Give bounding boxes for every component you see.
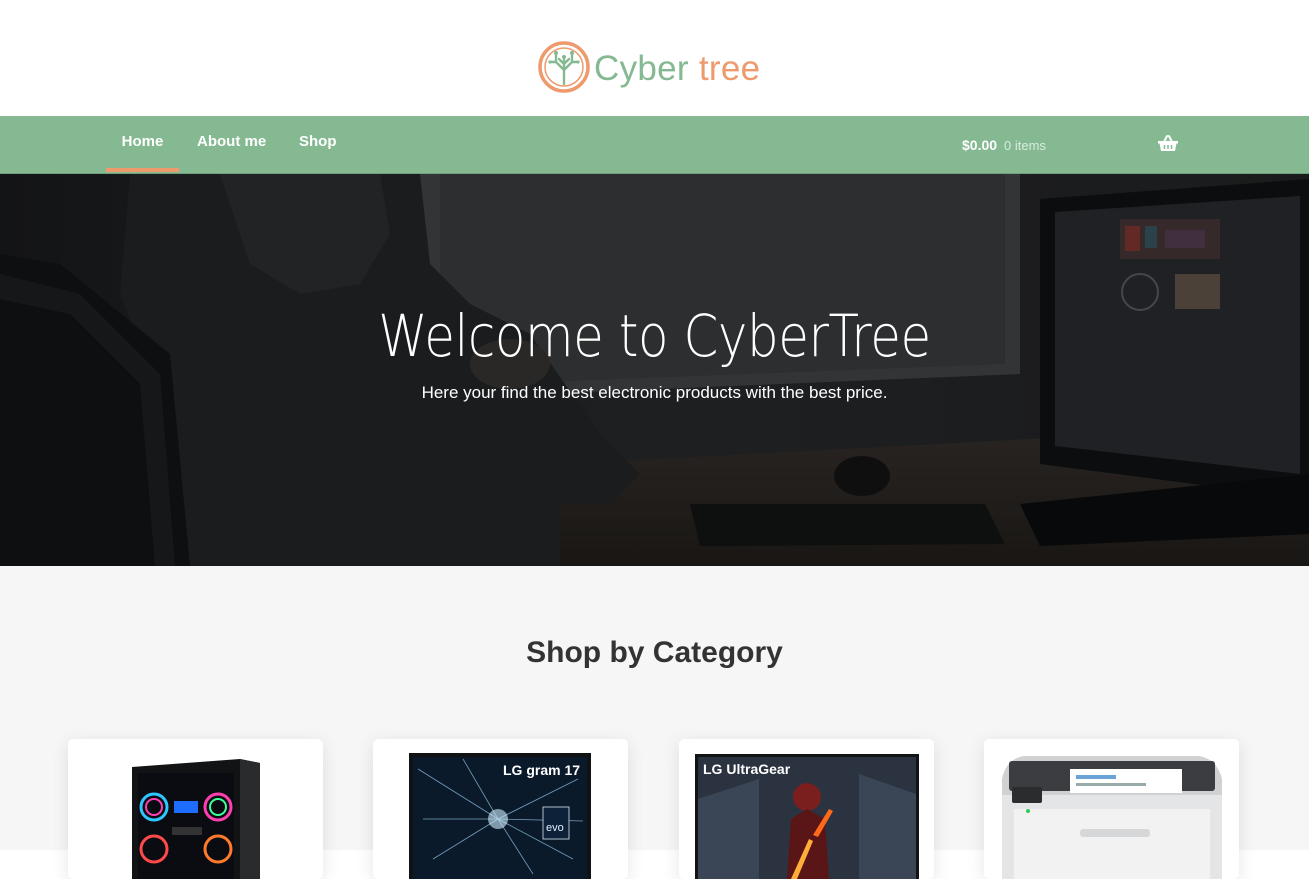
category-card-monitors[interactable]: LG UltraGear <box>679 739 934 879</box>
category-heading: Shop by Category <box>526 636 783 669</box>
hero-banner: Welcome to CyberTree Here your find the … <box>0 174 1309 566</box>
logo-word-cyber: Cyber <box>594 48 689 88</box>
nav-shop[interactable]: Shop <box>299 116 337 172</box>
logo-word-tree: tree <box>698 48 761 88</box>
nav-home-label: Home <box>121 133 164 150</box>
category-card-printers[interactable] <box>984 739 1239 879</box>
cart-count: 0 items <box>1004 138 1046 153</box>
site-header: Cyber tree <box>0 0 1309 116</box>
basket-icon[interactable] <box>1158 135 1178 152</box>
laser-printer-image <box>1002 756 1222 879</box>
svg-text:LG gram 17: LG gram 17 <box>503 762 580 778</box>
hero-subtitle: Here your find the best electronic produ… <box>421 383 888 402</box>
category-card-laptops[interactable]: LG gram 17 evo <box>373 739 628 879</box>
nav-home[interactable]: Home <box>106 116 179 172</box>
cart-amount: $0.00 <box>962 137 998 153</box>
hero-title: Welcome to CyberTree <box>378 302 931 370</box>
nav-about-me[interactable]: About me <box>197 116 266 172</box>
site-logo[interactable]: Cyber tree <box>537 40 760 94</box>
cart-summary[interactable]: $0.00 0 items <box>962 116 1046 174</box>
svg-text:evo: evo <box>546 822 564 834</box>
primary-navigation: Home About me Shop $0.00 0 items <box>0 116 1309 174</box>
hero-background-image <box>0 174 1309 566</box>
svg-text:LG UltraGear: LG UltraGear <box>703 761 791 777</box>
gaming-pc-tower-image <box>132 759 260 879</box>
lg-gram-laptop-image: LG gram 17 evo <box>409 753 591 879</box>
lg-ultragear-monitor-image: LG UltraGear <box>695 754 919 879</box>
active-indicator <box>106 168 179 172</box>
circuit-tree-icon <box>538 41 590 93</box>
logo-wordmark: Cyber tree <box>594 49 760 86</box>
shop-by-category: Shop by Category LG gram 17 evo LG Ultra… <box>0 566 1309 879</box>
category-card-gaming-pc[interactable] <box>68 739 323 879</box>
